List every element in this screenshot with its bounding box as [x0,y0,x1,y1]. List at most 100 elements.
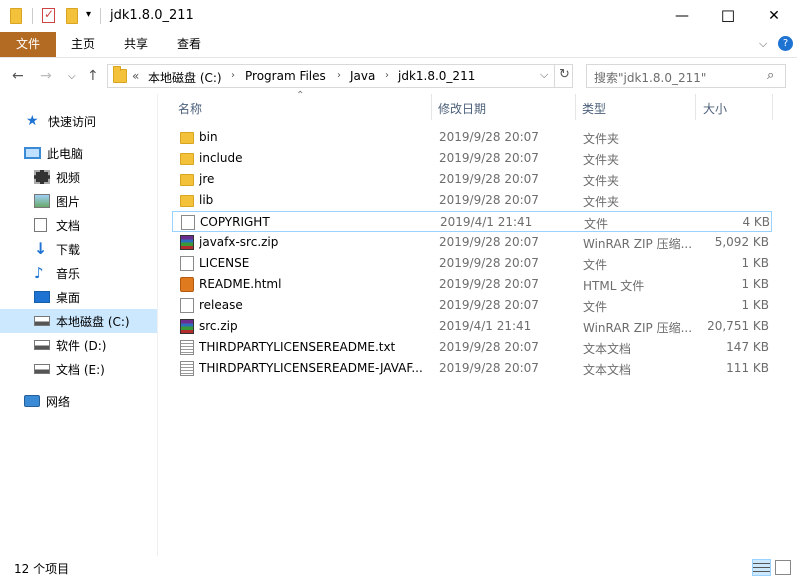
back-icon[interactable]: ← [12,68,24,84]
music-icon: ♪ [34,264,44,282]
divider [32,8,33,24]
nav-network[interactable]: 网络 [0,389,157,413]
column-size[interactable]: 大小 [703,100,727,117]
tab-home[interactable]: 主页 [60,32,106,57]
large-icons-view-icon[interactable] [775,560,791,575]
breadcrumb-java[interactable]: Java [350,69,375,83]
desktop-icon [34,291,50,303]
nav-videos[interactable]: 视频 [0,165,157,189]
nav-drive-e[interactable]: 文档 (E:) [0,357,157,381]
file-date: 2019/9/28 20:07 [439,298,539,312]
column-name[interactable]: 名称 [178,100,202,117]
file-type: 文本文档 [583,363,632,377]
file-name: bin [199,130,218,144]
up-icon[interactable]: ↑ [87,68,99,84]
file-name: COPYRIGHT [200,215,270,229]
nav-downloads[interactable]: ↓ 下载 [0,237,157,261]
file-size: 5,092 KB [714,235,769,249]
winrar-zip-icon [180,319,194,334]
tab-share[interactable]: 共享 [113,32,159,57]
status-bar: 12 个项目 [0,556,797,580]
search-box[interactable]: 搜索"jdk1.8.0_211" ⌕ [586,64,786,88]
column-headers: ⌃ 名称 修改日期 类型 大小 [160,90,797,120]
table-row[interactable]: src.zip 2019/4/1 21:41 WinRAR ZIP 压缩... 20,… [172,316,772,337]
file-type: 文件夹 [583,153,620,167]
nav-drive-d[interactable]: 软件 (D:) [0,333,157,357]
window-title: jdk1.8.0_211 [110,8,194,23]
breadcrumb-jdk[interactable]: jdk1.8.0_211 [398,69,475,83]
file-name: THIRDPARTYLICENSEREADME.txt [199,340,396,354]
address-dropdown-icon[interactable]: ⌵ [540,68,548,82]
tab-view[interactable]: 查看 [166,32,212,57]
nav-label: 软件 (D:) [56,338,107,353]
file-size: 1 KB [741,298,769,312]
file-name: javafx-src.zip [199,235,279,249]
expand-ribbon-icon[interactable]: ⌵ [759,37,767,51]
column-divider[interactable] [695,94,696,120]
nav-quick-access[interactable]: ★ 快速访问 [0,109,157,133]
nav-pictures[interactable]: 图片 [0,189,157,213]
file-name: jre [199,172,215,186]
address-overflow[interactable]: « [132,69,139,83]
refresh-icon[interactable]: ↻ [559,67,570,82]
nav-label: 桌面 [56,290,81,305]
table-row[interactable]: bin 2019/9/28 20:07 文件夹 [172,127,772,148]
nav-desktop[interactable]: 桌面 [0,285,157,309]
file-date: 2019/9/28 20:07 [439,256,539,270]
chevron-right-icon[interactable]: › [337,70,341,81]
column-divider[interactable] [575,94,576,120]
nav-drive-c[interactable]: 本地磁盘 (C:) [0,309,157,333]
nav-this-pc[interactable]: 此电脑 [0,141,157,165]
download-icon: ↓ [34,239,48,258]
file-size: 20,751 KB [707,319,769,333]
details-view-icon[interactable] [752,559,771,576]
address-bar[interactable]: « 本地磁盘 (C:) › Program Files › Java › jdk… [107,64,573,88]
table-row[interactable]: release 2019/9/28 20:07 文件 1 KB [172,295,772,316]
text-document-icon [180,340,194,355]
maximize-button[interactable]: ☐ [705,0,751,32]
search-icon[interactable]: ⌕ [767,68,774,83]
table-row[interactable]: LICENSE 2019/9/28 20:07 文件 1 KB [172,253,772,274]
column-date[interactable]: 修改日期 [438,100,486,117]
column-type[interactable]: 类型 [582,100,606,117]
file-type: WinRAR ZIP 压缩... [583,237,693,251]
breadcrumb-program-files[interactable]: Program Files [245,69,326,83]
column-divider[interactable] [431,94,432,120]
nav-music[interactable]: ♪ 音乐 [0,261,157,285]
help-icon[interactable]: ? [778,36,793,51]
column-divider[interactable] [772,94,773,120]
forward-icon[interactable]: → [40,68,52,84]
table-row[interactable]: lib 2019/9/28 20:07 文件夹 [172,190,772,211]
chevron-right-icon[interactable]: › [385,70,389,81]
breadcrumb-c-drive[interactable]: 本地磁盘 (C:) [148,69,222,86]
folder-icon [10,8,22,24]
table-row[interactable]: javafx-src.zip 2019/9/28 20:07 WinRAR ZIP … [172,232,772,253]
file-date: 2019/9/28 20:07 [439,361,539,375]
file-name: release [199,298,243,312]
nav-label: 快速访问 [48,114,97,129]
table-row[interactable]: jre 2019/9/28 20:07 文件夹 [172,169,772,190]
nav-label: 此电脑 [47,146,84,161]
file-date: 2019/9/28 20:07 [439,235,539,249]
table-row[interactable]: README.html 2019/9/28 20:07 HTML 文件 1 KB [172,274,772,295]
file-date: 2019/9/28 20:07 [439,340,539,354]
table-row[interactable]: THIRDPARTYLICENSEREADME.txt 2019/9/28 20:… [172,337,772,358]
table-row[interactable]: THIRDPARTYLICENSEREADME-JAVAF... 2019/9/2… [172,358,772,379]
nav-documents[interactable]: 文档 [0,213,157,237]
nav-label: 视频 [56,170,81,185]
file-name: include [199,151,243,165]
close-button[interactable]: ✕ [751,0,797,32]
table-row[interactable]: COPYRIGHT 2019/4/1 21:41 文件 4 KB [172,211,772,232]
chevron-right-icon[interactable]: › [231,70,235,81]
recent-locations-icon[interactable]: ⌵ [68,71,76,82]
customize-quick-access-icon[interactable]: ▾ [86,9,91,20]
table-row[interactable]: include 2019/9/28 20:07 文件夹 [172,148,772,169]
tab-file[interactable]: 文件 [0,32,56,57]
minimize-button[interactable]: — [659,0,705,32]
properties-icon[interactable] [42,7,55,23]
video-icon [34,170,50,184]
item-count: 12 个项目 [14,562,70,576]
file-size: 147 KB [726,340,769,354]
search-input[interactable]: 搜索"jdk1.8.0_211" [594,69,706,86]
new-folder-icon[interactable] [66,8,78,24]
